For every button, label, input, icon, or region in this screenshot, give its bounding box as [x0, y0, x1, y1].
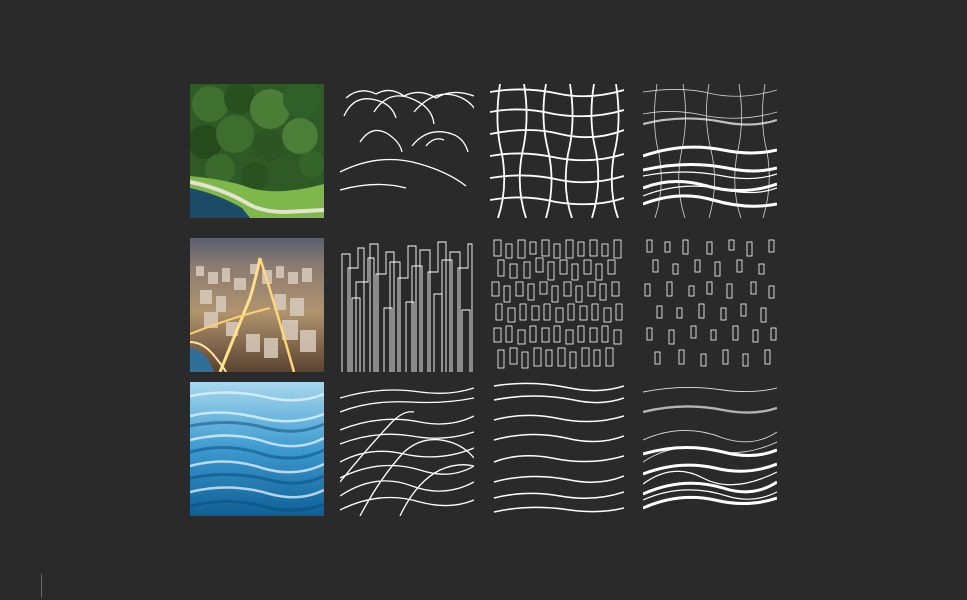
organic-grid-pattern: [490, 84, 624, 218]
sparse-rectangles-pattern: [643, 238, 777, 372]
water-ripples-photo: [190, 382, 324, 516]
layered-grid-waves-pattern: [643, 84, 777, 218]
park-aerial-photo: [190, 84, 324, 218]
hills-outline-pattern: [340, 84, 474, 218]
tower-outlines-pattern: [340, 238, 474, 372]
pattern-study-board: [0, 0, 967, 600]
dense-rectangles-pattern: [490, 238, 624, 372]
parallel-waves-pattern: [490, 382, 624, 516]
city-night-aerial-photo: [190, 238, 324, 372]
caption-rule: [41, 574, 42, 598]
overlapping-waves-pattern: [340, 382, 474, 516]
layered-waves-pattern: [643, 382, 777, 516]
